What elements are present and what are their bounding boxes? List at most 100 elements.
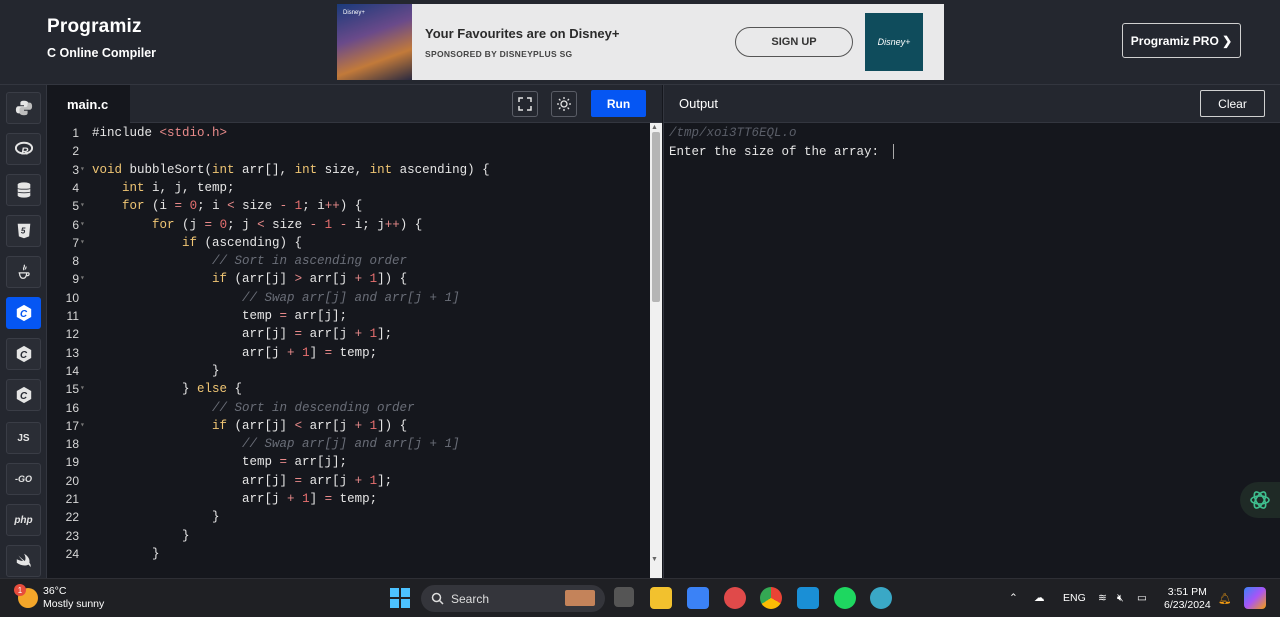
battery-icon[interactable]: ▭ <box>1137 592 1147 604</box>
line-number: 20 <box>65 473 79 488</box>
output-binary-path: /tmp/xoi3TT6EQL.o <box>669 126 797 140</box>
code-line[interactable]: 21 arr[j + 1] = temp; <box>47 490 650 508</box>
code-line[interactable]: 1 #include <stdio.h> <box>47 124 650 142</box>
app-icon[interactable] <box>724 587 746 609</box>
notification-bell-icon[interactable]: 🔔︎ <box>1218 592 1231 605</box>
code-line[interactable]: 3 ▾ void bubbleSort(int arr[], int size, i… <box>47 161 650 179</box>
language-indicator[interactable]: ENG <box>1063 592 1086 604</box>
copilot-icon[interactable] <box>1244 587 1266 609</box>
code-line[interactable]: 20 arr[j] = arr[j + 1]; <box>47 472 650 490</box>
code-text: #include <stdio.h> <box>92 126 228 140</box>
code-line[interactable]: 7 ▾ if (ascending) { <box>47 234 650 252</box>
fold-toggle-icon[interactable]: ▾ <box>80 197 85 215</box>
fold-toggle-icon[interactable]: ▾ <box>80 270 85 288</box>
ad-disney-logo[interactable]: Disney+ <box>865 13 923 71</box>
code-line[interactable]: 4 int i, j, temp; <box>47 179 650 197</box>
fold-toggle-icon[interactable]: ▾ <box>80 417 85 435</box>
file-explorer-icon[interactable] <box>650 587 672 609</box>
lang-go-icon[interactable]: -GO <box>6 463 41 495</box>
code-line[interactable]: 18 // Swap arr[j] and arr[j + 1] <box>47 435 650 453</box>
lang-csharp-icon[interactable]: C <box>6 379 41 411</box>
code-line[interactable]: 24 } <box>47 545 650 563</box>
code-text: if (arr[j] < arr[j + 1]) { <box>212 418 408 433</box>
file-tab-main[interactable]: main.c <box>47 85 130 123</box>
lang-html-icon[interactable]: 5 <box>6 215 41 247</box>
lang-python-icon[interactable] <box>6 92 41 124</box>
prime-video-icon[interactable] <box>797 587 819 609</box>
lang-r-icon[interactable]: R <box>6 133 41 165</box>
line-number: 16 <box>65 400 79 415</box>
output-prompt-line[interactable]: Enter the size of the array: <box>669 144 894 159</box>
chrome-icon[interactable] <box>760 587 782 609</box>
code-line[interactable]: 23 } <box>47 527 650 545</box>
output-console[interactable]: /tmp/xoi3TT6EQL.o Enter the size of the … <box>663 123 1280 578</box>
code-line[interactable]: 6 ▾ for (j = 0; j < size - 1 - i; j++) { <box>47 216 650 234</box>
sun-icon: 1 <box>14 584 38 608</box>
code-line[interactable]: 22 } <box>47 508 650 526</box>
edge-dev-icon[interactable] <box>870 587 892 609</box>
taskbar-search[interactable]: Search <box>421 585 605 612</box>
lang-sql-icon[interactable] <box>6 174 41 206</box>
code-line[interactable]: 15 ▾ } else { <box>47 380 650 398</box>
weather-widget[interactable]: 1 36°C Mostly sunny <box>14 584 104 611</box>
fold-toggle-icon[interactable]: ▾ <box>80 380 85 398</box>
code-line[interactable]: 5 ▾ for (i = 0; i < size - 1; i++) { <box>47 197 650 215</box>
code-line[interactable]: 13 arr[j + 1] = temp; <box>47 344 650 362</box>
code-line[interactable]: 10 // Swap arr[j] and arr[j + 1] <box>47 289 650 307</box>
programiz-logo[interactable]: Programiz <box>47 16 156 38</box>
ad-poster-image[interactable]: Disney+ <box>337 4 412 80</box>
code-line[interactable]: 14 } <box>47 362 650 380</box>
code-text: temp = arr[j]; <box>92 309 348 323</box>
code-line[interactable]: 17 ▾ if (arr[j] < arr[j + 1]) { <box>47 417 650 435</box>
code-text: for (i = 0; i < size - 1; i++) { <box>122 199 363 214</box>
ad-title[interactable]: Your Favourites are on Disney+ <box>425 26 735 41</box>
lang-swift-icon[interactable] <box>6 545 41 577</box>
scroll-down-arrow-icon[interactable]: ▼ <box>651 556 658 563</box>
clear-button[interactable]: Clear <box>1200 90 1265 117</box>
system-clock[interactable]: 3:51 PM 6/23/2024 <box>1164 586 1211 612</box>
code-text: temp = arr[j]; <box>92 455 348 470</box>
output-title: Output <box>679 96 719 111</box>
line-number: 11 <box>66 309 79 323</box>
line-number: 22 <box>65 510 79 525</box>
windows-start-icon[interactable] <box>389 587 411 609</box>
programiz-pro-button[interactable]: Programiz PRO ❯ <box>1122 23 1241 58</box>
code-editor[interactable]: 1 #include <stdio.h> 2 3 ▾ void bubbleSort(in… <box>47 123 650 578</box>
code-line[interactable]: 16 // Sort in descending order <box>47 399 650 417</box>
lang-cpp-icon[interactable]: C <box>6 338 41 370</box>
code-line[interactable]: 12 arr[j] = arr[j + 1]; <box>47 325 650 343</box>
brand[interactable]: Programiz C Online Compiler <box>47 16 156 60</box>
scroll-up-arrow-icon[interactable]: ▲ <box>651 124 658 131</box>
editor-scrollbar-thumb[interactable] <box>652 132 660 302</box>
fold-toggle-icon[interactable]: ▾ <box>80 234 85 252</box>
theme-toggle-icon[interactable] <box>551 91 577 117</box>
lang-php-icon[interactable]: php <box>6 504 41 536</box>
show-hidden-icons-icon[interactable]: ⌃ <box>1009 592 1018 604</box>
code-line[interactable]: 8 // Sort in ascending order <box>47 252 650 270</box>
run-button[interactable]: Run <box>591 90 646 117</box>
spotify-icon[interactable] <box>834 587 856 609</box>
svg-text:C: C <box>19 309 27 320</box>
wifi-icon[interactable]: ≋ <box>1098 592 1107 604</box>
code-line[interactable]: 2 <box>47 142 650 160</box>
fullscreen-icon[interactable] <box>512 91 538 117</box>
chatgpt-extension-icon[interactable] <box>1240 482 1280 518</box>
line-number: 9 <box>72 272 79 287</box>
ad-banner[interactable]: Disney+ Your Favourites are on Disney+ S… <box>337 4 944 80</box>
volume-muted-icon[interactable]: 🔇︎ <box>1117 592 1124 605</box>
lang-java-icon[interactable] <box>6 256 41 288</box>
code-line[interactable]: 11 temp = arr[j]; <box>47 307 650 325</box>
code-line[interactable]: 9 ▾ if (arr[j] > arr[j + 1]) { <box>47 270 650 288</box>
fold-toggle-icon[interactable]: ▾ <box>80 161 85 179</box>
code-text: int i, j, temp; <box>122 180 235 195</box>
lang-c-icon[interactable]: C <box>6 297 41 329</box>
code-line[interactable]: 19 temp = arr[j]; <box>47 453 650 471</box>
code-text: void bubbleSort(int arr[], int size, int… <box>92 162 490 177</box>
fold-toggle-icon[interactable]: ▾ <box>80 216 85 234</box>
lang-js-icon[interactable]: JS <box>6 422 41 454</box>
code-text: arr[j + 1] = temp; <box>92 345 378 360</box>
microsoft-store-icon[interactable] <box>687 587 709 609</box>
onedrive-icon[interactable]: ☁ <box>1034 592 1045 604</box>
task-view-icon[interactable] <box>614 587 634 607</box>
ad-signup-button[interactable]: SIGN UP <box>735 27 853 57</box>
